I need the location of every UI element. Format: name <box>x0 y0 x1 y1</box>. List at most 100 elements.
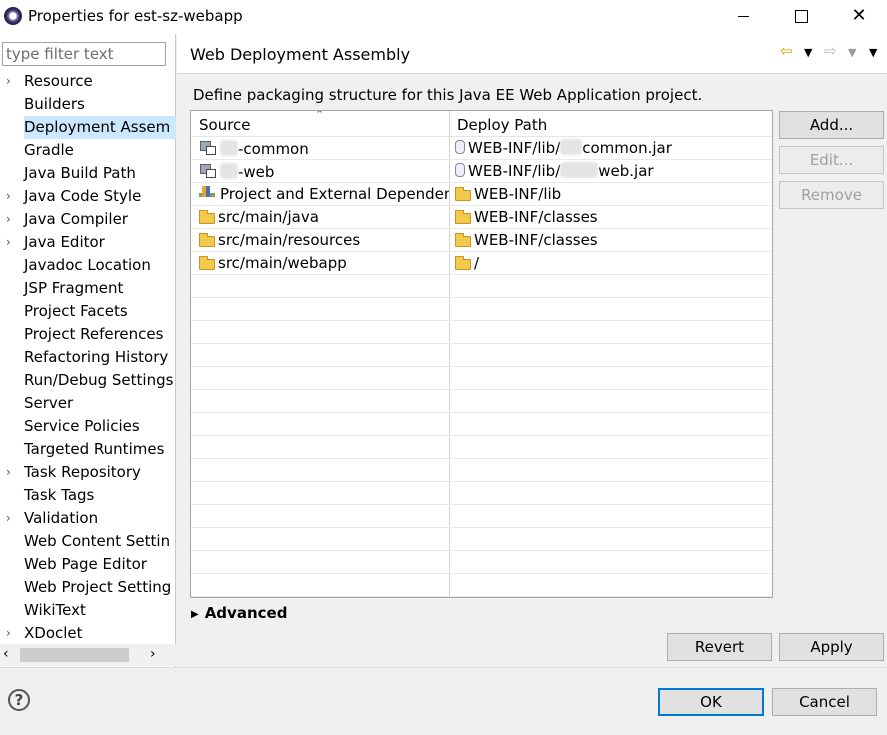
source-text: src/main/webapp <box>218 254 347 272</box>
minimize-button[interactable] <box>730 4 758 28</box>
forward-arrow-icon[interactable]: ⇨ <box>824 42 837 60</box>
expand-chevron-icon[interactable]: › <box>6 507 16 530</box>
nav-panel: › Resource Builders Deployment Assem Gradle J… <box>0 34 176 667</box>
column-header-source[interactable]: Source <box>199 116 251 134</box>
folder-icon <box>455 210 471 224</box>
nav-item[interactable]: Project References <box>0 323 176 346</box>
table-row[interactable] <box>191 574 772 597</box>
library-icon <box>199 186 217 200</box>
table-row[interactable] <box>191 505 772 528</box>
back-dropdown-icon[interactable]: ▼ <box>804 46 812 59</box>
edit-button[interactable]: Edit... <box>779 146 884 174</box>
expand-chevron-icon[interactable]: › <box>6 185 16 208</box>
cancel-button[interactable]: Cancel <box>772 688 877 716</box>
content-panel: Web Deployment Assembly ⇦ ▼ ⇨ ▼ ▼ Define… <box>177 34 887 667</box>
table-row[interactable] <box>191 275 772 298</box>
revert-button[interactable]: Revert <box>667 633 772 661</box>
column-header-deploy-path[interactable]: Deploy Path <box>457 116 547 134</box>
scroll-right-icon[interactable]: › <box>150 646 156 662</box>
nav-item[interactable]: Deployment Assem <box>0 116 176 139</box>
nav-item[interactable]: Run/Debug Settings <box>0 369 176 392</box>
close-button[interactable]: ✕ <box>845 4 873 28</box>
apply-button[interactable]: Apply <box>779 633 884 661</box>
nav-item[interactable]: › Resource <box>0 70 176 93</box>
nav-item[interactable]: Task Tags <box>0 484 176 507</box>
forward-dropdown-icon[interactable]: ▼ <box>848 46 856 59</box>
table-row[interactable] <box>191 413 772 436</box>
table-row[interactable]: src/main/resources WEB-INF/classes <box>191 229 772 252</box>
view-menu-icon[interactable]: ▼ <box>869 46 877 59</box>
nav-item[interactable]: WikiText <box>0 599 176 622</box>
nav-item[interactable]: Web Content Settin <box>0 530 176 553</box>
nav-item[interactable]: › Java Editor <box>0 231 176 254</box>
deploy-path-cell: WEB-INF/classes <box>455 231 598 249</box>
nav-item[interactable]: › Validation <box>0 507 176 530</box>
nav-item[interactable]: › XDoclet <box>0 622 176 644</box>
nav-item[interactable]: › Java Code Style <box>0 185 176 208</box>
nav-item-label: Web Project Setting <box>24 578 172 596</box>
expand-chevron-icon[interactable]: › <box>6 622 16 644</box>
nav-item[interactable]: Web Page Editor <box>0 553 176 576</box>
remove-button[interactable]: Remove <box>779 181 884 209</box>
page-description: Define packaging structure for this Java… <box>193 86 703 104</box>
table-row[interactable] <box>191 551 772 574</box>
nav-item[interactable]: Service Policies <box>0 415 176 438</box>
folder-icon <box>455 233 471 247</box>
nav-item-label: Service Policies <box>24 417 140 435</box>
help-icon[interactable]: ? <box>8 689 30 711</box>
table-row[interactable]: Project and External Dependencies WEB-INF… <box>191 183 772 206</box>
deploy-path-prefix: WEB-INF/lib/ <box>468 139 561 157</box>
nav-item[interactable]: Java Build Path <box>0 162 176 185</box>
nav-item-label: Refactoring History <box>24 348 169 366</box>
add-button[interactable]: Add... <box>779 111 884 139</box>
expand-chevron-icon[interactable]: › <box>6 208 16 231</box>
scroll-thumb[interactable] <box>20 648 129 662</box>
deployment-table[interactable]: Source ⌃ Deploy Path -common WEB-INF/lib/… <box>190 110 773 598</box>
scroll-left-icon[interactable]: ‹ <box>3 646 9 662</box>
filter-input[interactable] <box>2 42 166 66</box>
nav-item[interactable]: Targeted Runtimes <box>0 438 176 461</box>
maximize-button[interactable] <box>787 4 815 28</box>
table-row[interactable]: src/main/java WEB-INF/classes <box>191 206 772 229</box>
table-row[interactable]: -web WEB-INF/lib/web.jar <box>191 160 772 183</box>
table-row[interactable] <box>191 390 772 413</box>
table-row[interactable] <box>191 344 772 367</box>
jar-icon <box>455 140 465 154</box>
table-row[interactable] <box>191 321 772 344</box>
table-row[interactable] <box>191 367 772 390</box>
nav-item-label: Deployment Assem <box>24 116 176 139</box>
ok-button[interactable]: OK <box>658 688 764 716</box>
nav-item[interactable]: Builders <box>0 93 176 116</box>
nav-item-label: Java Build Path <box>24 164 136 182</box>
advanced-section-toggle[interactable]: ▶ Advanced <box>191 604 287 622</box>
table-row[interactable] <box>191 482 772 505</box>
table-row[interactable]: -common WEB-INF/lib/common.jar <box>191 137 772 160</box>
nav-item[interactable]: Refactoring History <box>0 346 176 369</box>
deploy-path-cell: WEB-INF/classes <box>455 208 598 226</box>
nav-item[interactable]: Web Project Setting <box>0 576 176 599</box>
folder-icon <box>455 256 471 270</box>
table-row[interactable] <box>191 528 772 551</box>
nav-item[interactable]: › Java Compiler <box>0 208 176 231</box>
table-row[interactable]: src/main/webapp / <box>191 252 772 275</box>
back-arrow-icon[interactable]: ⇦ <box>780 42 793 60</box>
deploy-path-suffix: common.jar <box>582 139 672 157</box>
nav-item[interactable]: Gradle <box>0 139 176 162</box>
nav-item[interactable]: Javadoc Location <box>0 254 176 277</box>
expand-chevron-icon[interactable]: › <box>6 70 16 93</box>
nav-item[interactable]: › Task Repository <box>0 461 176 484</box>
expand-chevron-icon[interactable]: › <box>6 231 16 254</box>
nav-item[interactable]: Project Facets <box>0 300 176 323</box>
source-text: -common <box>238 140 309 158</box>
source-text: src/main/resources <box>218 231 361 249</box>
nav-item[interactable]: JSP Fragment <box>0 277 176 300</box>
table-row[interactable] <box>191 436 772 459</box>
nav-item[interactable]: Server <box>0 392 176 415</box>
table-row[interactable] <box>191 298 772 321</box>
deploy-path-cell: / <box>455 254 479 272</box>
nav-horizontal-scrollbar[interactable]: ‹ › <box>0 644 176 666</box>
folder-icon <box>455 187 471 201</box>
table-row[interactable] <box>191 459 772 482</box>
expand-chevron-icon[interactable]: › <box>6 461 16 484</box>
source-cell: src/main/java <box>199 208 449 228</box>
